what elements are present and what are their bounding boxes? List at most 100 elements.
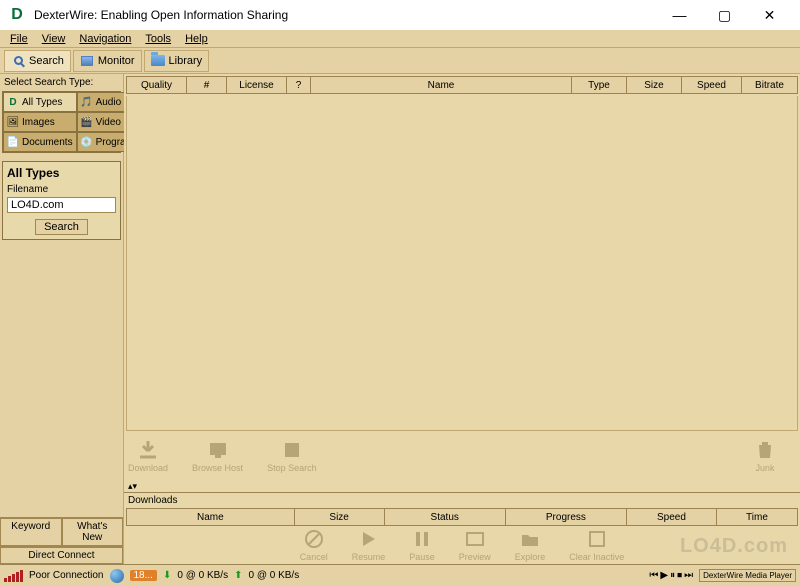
images-icon: 🖼 (7, 116, 19, 128)
video-icon: 🎬 (81, 116, 93, 128)
status-bar: Poor Connection 18... ⬇ 0 @ 0 KB/s ⬆ 0 @… (0, 564, 800, 586)
col-help[interactable]: ? (287, 77, 311, 93)
search-heading: All Types (7, 166, 116, 180)
col-name[interactable]: Name (311, 77, 572, 93)
resume-icon (357, 528, 379, 550)
media-prev-button[interactable]: ⏮ (649, 570, 658, 581)
connection-count: 18... (130, 570, 157, 581)
action-download[interactable]: Download (128, 439, 168, 473)
clear-icon (586, 528, 608, 550)
documents-icon: 📄 (7, 136, 19, 148)
action-stopsearch[interactable]: Stop Search (267, 439, 317, 473)
dlcol-size[interactable]: Size (295, 509, 385, 525)
filename-label: Filename (7, 184, 116, 195)
left-panel: Select Search Type: D All Types 🎵 Audio … (0, 74, 124, 564)
window-title: DexterWire: Enabling Open Information Sh… (34, 8, 657, 22)
dlcol-progress[interactable]: Progress (506, 509, 627, 525)
globe-icon (110, 569, 124, 583)
app-logo-icon: D (8, 6, 26, 24)
type-all[interactable]: D All Types (3, 92, 77, 112)
results-actions: Download Browse Host Stop Search Junk (124, 431, 800, 481)
preview-icon (464, 528, 486, 550)
media-pause-button[interactable]: ⏸ (670, 570, 675, 581)
filename-input[interactable] (7, 197, 116, 213)
type-images[interactable]: 🖼 Images (3, 112, 77, 132)
action-clearinactive[interactable]: Clear Inactive (569, 528, 624, 562)
action-cancel[interactable]: Cancel (300, 528, 328, 562)
menu-file[interactable]: File (10, 33, 28, 45)
audio-icon: 🎵 (81, 96, 93, 108)
bottom-tabs: Keyword What's New Direct Connect (0, 517, 123, 564)
col-type[interactable]: Type (572, 77, 627, 93)
col-bitrate[interactable]: Bitrate (742, 77, 797, 93)
action-browsehost[interactable]: Browse Host (192, 439, 243, 473)
col-quality[interactable]: Quality (127, 77, 187, 93)
monitor-icon (80, 54, 94, 68)
media-stop-button[interactable]: ⏹ (677, 570, 682, 581)
tab-library[interactable]: Library (144, 50, 210, 72)
action-resume[interactable]: Resume (352, 528, 386, 562)
col-num[interactable]: # (187, 77, 227, 93)
pause-icon (411, 528, 433, 550)
maximize-button[interactable]: ▢ (702, 1, 747, 29)
tab-monitor-label: Monitor (98, 55, 135, 67)
col-speed[interactable]: Speed (682, 77, 742, 93)
explore-icon (519, 528, 541, 550)
trash-icon (754, 439, 776, 461)
download-arrow-icon: ⬇ (163, 570, 171, 581)
download-icon (137, 439, 159, 461)
search-button[interactable]: Search (35, 219, 88, 235)
tab-direct-connect[interactable]: Direct Connect (0, 547, 123, 564)
download-rate: 0 @ 0 KB/s (177, 570, 228, 581)
search-types-label: Select Search Type: (0, 74, 123, 91)
downloads-header: Name Size Status Progress Speed Time (126, 508, 798, 526)
action-preview[interactable]: Preview (459, 528, 491, 562)
media-next-button[interactable]: ⏭ (684, 570, 693, 581)
connection-status: Poor Connection (29, 570, 104, 581)
search-type-grid: D All Types 🎵 Audio 🖼 Images 🎬 Video 📄 D… (2, 91, 121, 153)
download-actions: Cancel Resume Pause Preview Explore Clea… (124, 526, 800, 564)
media-player-label: DexterWire Media Player (699, 569, 796, 582)
results-area (126, 96, 798, 431)
title-bar: D DexterWire: Enabling Open Information … (0, 0, 800, 30)
media-controls: ⏮ ▶ ⏸ ⏹ ⏭ (649, 570, 693, 581)
search-box: All Types Filename Search (2, 161, 121, 240)
tab-monitor[interactable]: Monitor (73, 50, 142, 72)
search-icon (11, 54, 25, 68)
minimize-button[interactable]: — (657, 1, 702, 29)
browsehost-icon (207, 439, 229, 461)
dlcol-time[interactable]: Time (717, 509, 797, 525)
tab-library-label: Library (169, 55, 203, 67)
close-button[interactable]: ✕ (747, 1, 792, 29)
results-header: Quality # License ? Name Type Size Speed… (126, 76, 798, 94)
action-junk[interactable]: Junk (754, 439, 776, 473)
menu-help[interactable]: Help (185, 33, 208, 45)
dlcol-speed[interactable]: Speed (627, 509, 717, 525)
menu-tools[interactable]: Tools (145, 33, 171, 45)
folder-icon (151, 54, 165, 68)
upload-rate: 0 @ 0 KB/s (248, 570, 299, 581)
dlcol-name[interactable]: Name (127, 509, 295, 525)
tab-search-label: Search (29, 55, 64, 67)
all-types-icon: D (7, 96, 19, 108)
stop-icon (281, 439, 303, 461)
signal-bars-icon (4, 570, 23, 582)
tab-search[interactable]: Search (4, 50, 71, 72)
media-play-button[interactable]: ▶ (660, 570, 668, 581)
action-pause[interactable]: Pause (409, 528, 435, 562)
col-size[interactable]: Size (627, 77, 682, 93)
menu-bar: File View Navigation Tools Help (0, 30, 800, 48)
action-explore[interactable]: Explore (515, 528, 546, 562)
type-documents[interactable]: 📄 Documents (3, 132, 77, 152)
tab-keyword[interactable]: Keyword (0, 518, 62, 546)
programs-icon: 💿 (81, 136, 93, 148)
menu-view[interactable]: View (42, 33, 66, 45)
cancel-icon (303, 528, 325, 550)
splitter-handle[interactable]: ▴▾ (124, 481, 800, 492)
col-license[interactable]: License (227, 77, 287, 93)
right-panel: Quality # License ? Name Type Size Speed… (124, 74, 800, 564)
menu-navigation[interactable]: Navigation (79, 33, 131, 45)
tab-whatsnew[interactable]: What's New (62, 518, 124, 546)
main-tabs: Search Monitor Library (0, 48, 800, 74)
dlcol-status[interactable]: Status (385, 509, 506, 525)
